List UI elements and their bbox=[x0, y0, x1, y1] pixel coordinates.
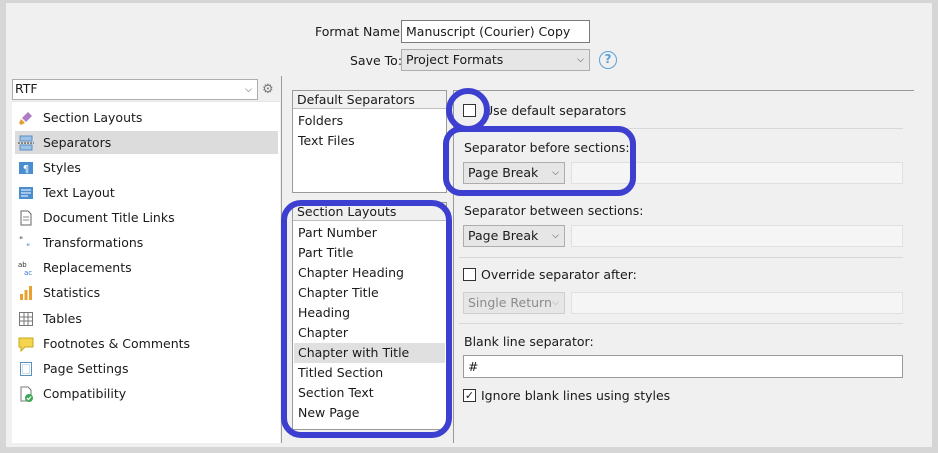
comment-icon bbox=[17, 335, 35, 353]
separator-before-custom-field[interactable] bbox=[571, 162, 903, 184]
chevron-down-icon: ⌵ bbox=[552, 231, 559, 241]
sidebar-nav: Section Layouts Separators ¶ Styles Text… bbox=[12, 101, 280, 443]
sidebar-item-transformations[interactable]: " " Transformations bbox=[15, 231, 278, 254]
divider bbox=[459, 323, 903, 324]
use-default-separators-label: Use default separators bbox=[484, 103, 627, 118]
list-item[interactable]: Chapter Heading bbox=[294, 263, 445, 283]
paragraph-icon: ¶ bbox=[17, 159, 35, 177]
svg-text:ac: ac bbox=[24, 269, 32, 276]
sidebar-item-label: Styles bbox=[43, 160, 81, 175]
override-separator-value: Single Return bbox=[468, 295, 552, 310]
separator-between-select[interactable]: Page Break ⌵ bbox=[463, 225, 565, 247]
document-icon bbox=[17, 209, 35, 227]
override-separator-checkbox[interactable] bbox=[463, 268, 476, 281]
sidebar-item-label: Transformations bbox=[43, 235, 144, 250]
section-layouts-panel: Section Layouts Part Number Part Title C… bbox=[292, 202, 447, 430]
ignore-blank-lines-label: Ignore blank lines using styles bbox=[481, 388, 671, 403]
list-item[interactable]: Heading bbox=[294, 303, 445, 323]
list-item[interactable]: Text Files bbox=[294, 131, 445, 151]
pane-divider[interactable] bbox=[281, 76, 282, 443]
list-item[interactable]: Section Text bbox=[294, 383, 445, 403]
save-to-label: Save To: bbox=[350, 53, 403, 68]
bar-chart-icon bbox=[17, 284, 35, 302]
sidebar-item-label: Tables bbox=[43, 311, 82, 326]
chevron-down-icon: ⌵ bbox=[577, 55, 584, 65]
svg-text:¶: ¶ bbox=[23, 164, 29, 175]
override-separator-custom-field[interactable] bbox=[571, 292, 903, 314]
separator-before-select[interactable]: Page Break ⌵ bbox=[463, 162, 565, 184]
divider bbox=[459, 128, 903, 129]
sidebar-item-label: Compatibility bbox=[43, 386, 127, 401]
gear-icon[interactable]: ⚙ bbox=[262, 82, 274, 97]
sidebar-item-styles[interactable]: ¶ Styles bbox=[15, 156, 278, 179]
list-item[interactable]: Folders bbox=[294, 111, 445, 131]
divider bbox=[459, 257, 903, 258]
sidebar-item-label: Separators bbox=[43, 135, 112, 150]
separator-between-value: Page Break bbox=[468, 228, 539, 243]
default-separators-panel: Default Separators Folders Text Files bbox=[292, 90, 447, 193]
format-type-value: RTF bbox=[15, 81, 38, 96]
sidebar-item-label: Document Title Links bbox=[43, 210, 175, 225]
list-item[interactable]: Chapter bbox=[294, 323, 445, 343]
format-type-select[interactable]: RTF ⌵ bbox=[12, 79, 258, 100]
sidebar-item-label: Text Layout bbox=[43, 185, 115, 200]
svg-text:": " bbox=[19, 236, 23, 246]
chevron-down-icon: ⌵ bbox=[552, 298, 559, 308]
sidebar-item-footnotes-comments[interactable]: Footnotes & Comments bbox=[15, 332, 278, 355]
chevron-down-icon: ⌵ bbox=[552, 168, 559, 178]
sidebar-item-section-layouts[interactable]: Section Layouts bbox=[15, 106, 278, 129]
override-separator-select[interactable]: Single Return ⌵ bbox=[463, 292, 565, 314]
help-icon[interactable]: ? bbox=[599, 51, 617, 69]
section-layouts-header: Section Layouts bbox=[293, 203, 446, 221]
sidebar-item-separators[interactable]: Separators bbox=[15, 131, 278, 154]
default-separators-header: Default Separators bbox=[293, 91, 446, 109]
sidebar-item-label: Statistics bbox=[43, 285, 101, 300]
list-item[interactable]: Titled Section bbox=[294, 363, 445, 383]
sidebar-item-label: Section Layouts bbox=[43, 110, 143, 125]
list-item[interactable]: New Page bbox=[294, 403, 445, 423]
separator-between-label: Separator between sections: bbox=[464, 203, 644, 218]
ignore-blank-lines-checkbox[interactable]: ✓ bbox=[463, 389, 476, 402]
replace-icon: ab ac bbox=[17, 259, 35, 277]
sidebar-item-replacements[interactable]: ab ac Replacements bbox=[15, 256, 278, 279]
sidebar-item-tables[interactable]: Tables bbox=[15, 307, 278, 330]
text-layout-icon bbox=[17, 184, 35, 202]
blank-line-separator-input[interactable]: # bbox=[463, 355, 903, 378]
separator-icon bbox=[17, 134, 35, 152]
list-item[interactable]: Chapter Title bbox=[294, 283, 445, 303]
format-name-label: Format Name: bbox=[315, 24, 405, 39]
chevron-down-icon: ⌵ bbox=[245, 84, 252, 95]
quotes-icon: " " bbox=[17, 234, 35, 252]
sidebar-item-label: Page Settings bbox=[43, 361, 129, 376]
table-icon bbox=[17, 310, 35, 328]
list-item[interactable]: Chapter with Title bbox=[294, 343, 445, 363]
sidebar-item-statistics[interactable]: Statistics bbox=[15, 281, 278, 304]
list-item[interactable]: Part Number bbox=[294, 223, 445, 243]
svg-text:ab: ab bbox=[18, 261, 27, 269]
separator-before-value: Page Break bbox=[468, 165, 539, 180]
compatibility-icon bbox=[17, 385, 35, 403]
format-name-input[interactable]: Manuscript (Courier) Copy bbox=[401, 20, 590, 43]
sidebar-item-compatibility[interactable]: Compatibility bbox=[15, 382, 278, 405]
separator-between-custom-field[interactable] bbox=[571, 225, 903, 247]
sidebar-item-label: Replacements bbox=[43, 260, 132, 275]
sidebar-item-page-settings[interactable]: Page Settings bbox=[15, 357, 278, 380]
save-to-select[interactable]: Project Formats ⌵ bbox=[401, 49, 590, 71]
sidebar-item-label: Footnotes & Comments bbox=[43, 336, 191, 351]
use-default-separators-checkbox[interactable] bbox=[463, 104, 476, 117]
brush-icon bbox=[17, 109, 35, 127]
page-icon bbox=[17, 360, 35, 378]
svg-text:": " bbox=[26, 243, 30, 251]
save-to-value: Project Formats bbox=[406, 52, 504, 67]
separator-before-label: Separator before sections: bbox=[464, 140, 630, 155]
sidebar-item-document-title-links[interactable]: Document Title Links bbox=[15, 206, 278, 229]
list-item[interactable]: Part Title bbox=[294, 243, 445, 263]
blank-line-separator-label: Blank line separator: bbox=[464, 334, 594, 349]
sidebar-item-text-layout[interactable]: Text Layout bbox=[15, 181, 278, 204]
override-separator-label: Override separator after: bbox=[481, 267, 637, 282]
